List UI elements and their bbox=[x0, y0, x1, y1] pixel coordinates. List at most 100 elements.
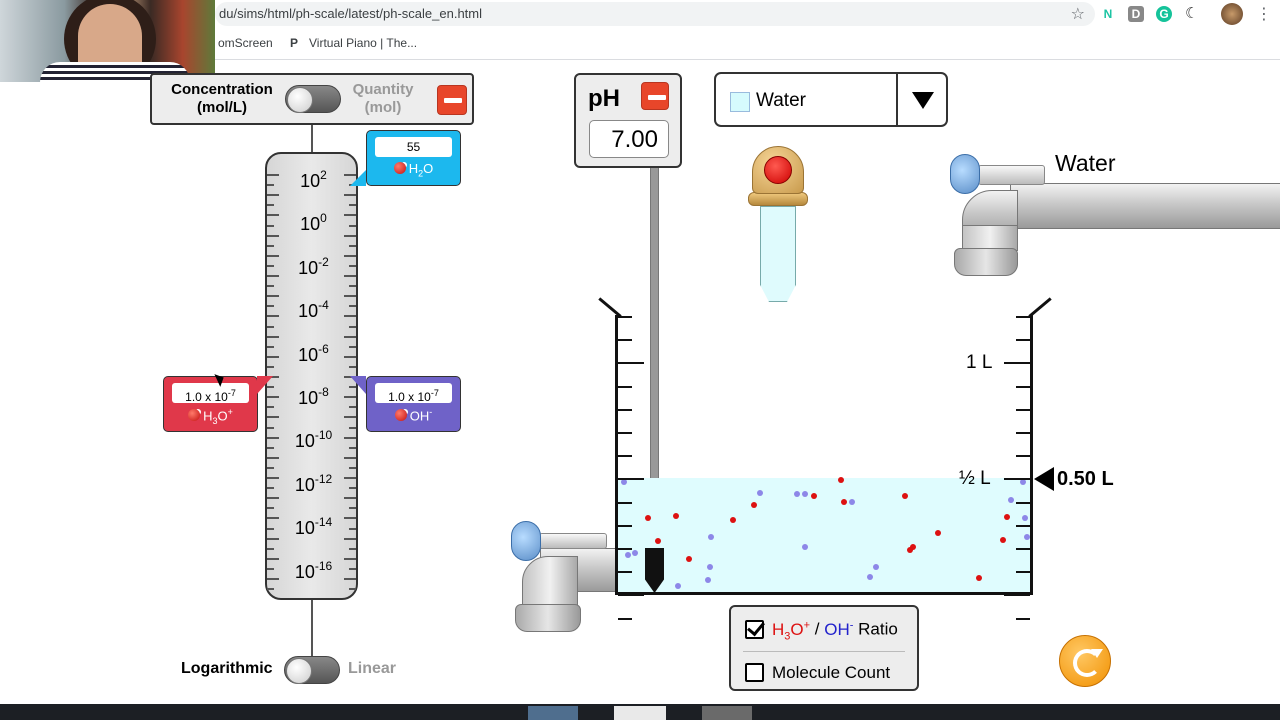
scale-tick bbox=[349, 365, 356, 368]
beaker-tick bbox=[1016, 316, 1030, 318]
ph-meter-title: pH bbox=[588, 85, 620, 112]
scale-tick bbox=[267, 406, 274, 409]
molecule-count-label[interactable]: Molecule Count bbox=[772, 663, 890, 683]
beaker-tick bbox=[1016, 385, 1030, 388]
water-concentration-indicator[interactable]: 55 H2O bbox=[366, 130, 461, 186]
reset-all-button[interactable] bbox=[1059, 635, 1111, 687]
water-molecule-icon bbox=[393, 162, 406, 174]
scale-tick bbox=[267, 588, 274, 591]
beaker-tick bbox=[1016, 432, 1030, 434]
molecule-count-checkbox[interactable] bbox=[745, 663, 764, 682]
scale-tick bbox=[267, 436, 279, 439]
scale-tick bbox=[344, 254, 356, 257]
beaker-tick bbox=[1004, 594, 1030, 597]
toggle-knob[interactable] bbox=[287, 87, 313, 113]
beaker-tick bbox=[618, 408, 632, 411]
scale-tick bbox=[267, 547, 274, 550]
scale-tick bbox=[344, 477, 356, 479]
scale-tick bbox=[344, 355, 356, 358]
oh-concentration-indicator[interactable]: 1.0 x 10-7 OH- bbox=[366, 376, 461, 432]
scale-tick bbox=[267, 396, 279, 399]
scale-tick bbox=[267, 456, 279, 459]
oh-molecule-dot bbox=[849, 499, 855, 505]
profile-avatar[interactable] bbox=[1221, 3, 1243, 25]
scale-tick bbox=[267, 234, 279, 237]
oh-molecule-dot bbox=[802, 544, 808, 550]
menu-kebab-icon[interactable]: ⋮ bbox=[1256, 4, 1272, 24]
h3o-molecule-dot bbox=[935, 530, 941, 536]
beaker-tick bbox=[1016, 455, 1030, 458]
scale-tick bbox=[349, 204, 356, 207]
taskbar-app-3[interactable] bbox=[702, 706, 752, 720]
scale-tick bbox=[349, 244, 356, 247]
taskbar-app-1[interactable] bbox=[528, 706, 578, 720]
webcam-overlay bbox=[0, 0, 215, 82]
bookmark-virtual-piano[interactable]: Virtual Piano | The... bbox=[309, 36, 417, 50]
log-linear-knob[interactable] bbox=[286, 658, 312, 684]
scale-tick bbox=[267, 345, 274, 348]
ratio-label[interactable]: H3O+ / OH- Ratio bbox=[772, 619, 898, 642]
scale-tick bbox=[267, 254, 279, 257]
h3o-concentration-value: 1.0 x 10-7 bbox=[172, 383, 249, 404]
oh-molecule-dot bbox=[708, 534, 714, 540]
chevron-down-icon[interactable] bbox=[912, 92, 934, 109]
concentration-quantity-toggle[interactable] bbox=[285, 85, 341, 113]
h3o-molecule-dot bbox=[907, 547, 913, 553]
ph-scale-screen: du/sims/html/ph-scale/latest/ph-scale_en… bbox=[0, 0, 1280, 720]
bookmark-screencast[interactable]: omScreen bbox=[218, 36, 273, 50]
scale-label: 10-10 bbox=[294, 428, 333, 452]
scale-tick bbox=[344, 275, 356, 277]
scale-tick bbox=[267, 365, 274, 368]
volume-arrow-icon bbox=[1034, 467, 1054, 491]
oh-molecule-dot bbox=[867, 574, 873, 580]
log-linear-toggle[interactable] bbox=[284, 656, 340, 684]
ratio-checkbox[interactable] bbox=[745, 620, 764, 639]
water-indicator-pointer bbox=[350, 170, 366, 186]
scale-label: 10-4 bbox=[298, 298, 329, 322]
water-faucet-handle[interactable] bbox=[978, 165, 1045, 185]
scale-label: 10-12 bbox=[294, 471, 333, 495]
grammarly-icon[interactable]: G bbox=[1156, 6, 1172, 22]
scale-tick bbox=[267, 194, 279, 197]
h3o-molecule-dot bbox=[686, 556, 692, 562]
beaker-right-wall bbox=[1030, 315, 1033, 595]
scale-tick bbox=[267, 285, 274, 288]
h3o-molecule-dot bbox=[841, 499, 847, 505]
water-label: H2O bbox=[367, 161, 460, 179]
water-faucet-valve[interactable] bbox=[950, 154, 980, 194]
drain-faucet-nozzle bbox=[515, 604, 581, 632]
concentration-scale: 102 100 10-2 10-4 10-6 10-8 10-10 10-12 10-14 10-… bbox=[265, 152, 358, 600]
ph-meter-collapse-button[interactable] bbox=[641, 82, 669, 110]
scale-tick bbox=[267, 335, 279, 338]
dropper-button[interactable] bbox=[764, 156, 792, 184]
scale-tick bbox=[344, 517, 356, 520]
scale-tick bbox=[267, 507, 274, 510]
solute-selector[interactable]: Water bbox=[714, 72, 948, 127]
beaker-tick bbox=[618, 316, 632, 318]
bookmark-star-icon[interactable]: ☆ bbox=[1071, 4, 1085, 24]
oh-concentration-value: 1.0 x 10-7 bbox=[375, 383, 452, 404]
address-bar[interactable]: du/sims/html/ph-scale/latest/ph-scale_en… bbox=[215, 2, 1095, 26]
h3o-molecule-dot bbox=[902, 493, 908, 499]
scale-tick bbox=[344, 295, 356, 298]
taskbar-app-2[interactable] bbox=[614, 706, 666, 720]
h3o-concentration-indicator[interactable]: 1.0 x 10-7 H3O+ bbox=[163, 376, 258, 432]
scale-tick bbox=[344, 416, 356, 419]
scale-tick bbox=[349, 285, 356, 288]
drain-faucet-handle[interactable] bbox=[539, 533, 607, 549]
scale-tick bbox=[267, 487, 274, 490]
extension-d-icon[interactable]: D bbox=[1128, 6, 1144, 22]
scale-tick bbox=[349, 547, 356, 550]
solute-selected-label[interactable]: Water bbox=[756, 90, 806, 112]
extension-n-icon[interactable]: N bbox=[1100, 6, 1116, 22]
collapse-panel-button[interactable] bbox=[437, 85, 467, 115]
dark-mode-moon-icon[interactable]: ☾ bbox=[1185, 4, 1198, 22]
beaker-tick bbox=[618, 432, 632, 434]
beaker-1l-label: 1 L bbox=[966, 352, 993, 373]
scale-tick bbox=[267, 557, 279, 560]
drain-faucet-valve[interactable] bbox=[511, 521, 541, 561]
oh-molecule-dot bbox=[625, 552, 631, 558]
beaker-half-l-label: ½ L bbox=[959, 468, 991, 489]
url-text[interactable]: du/sims/html/ph-scale/latest/ph-scale_en… bbox=[219, 6, 482, 21]
scale-tick bbox=[349, 224, 356, 227]
